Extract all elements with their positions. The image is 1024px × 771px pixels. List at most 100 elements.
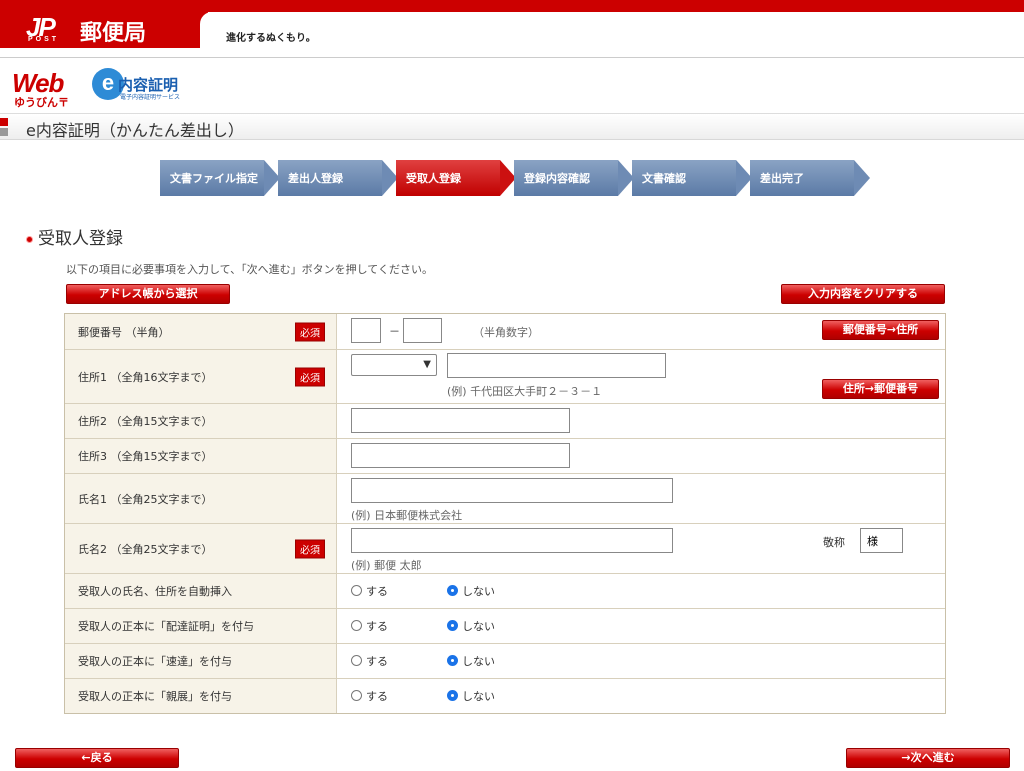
address2-label: 住所2 （全角15文字まで） <box>78 415 213 428</box>
step-confirm-input: 登録内容確認 <box>514 160 640 196</box>
honorific-label: 敬称 <box>823 536 845 549</box>
web-yubin-logo-sub: ゆうびん〒 <box>14 96 69 109</box>
step-document-file: 文書ファイル指定 <box>160 160 286 196</box>
step-label: 登録内容確認 <box>514 160 618 196</box>
address-to-zip-button[interactable]: 住所→郵便番号 <box>822 379 939 399</box>
delivery-cert-no-radio[interactable]: しない <box>447 618 495 634</box>
radio-yes-label: する <box>366 655 388 668</box>
honorific-input[interactable] <box>860 528 903 553</box>
radio-yes-label: する <box>366 690 388 703</box>
back-button[interactable]: ←戻る <box>15 748 179 768</box>
radio-off-icon <box>351 655 362 666</box>
radio-on-icon <box>447 585 458 596</box>
express-yes-radio[interactable]: する <box>351 653 388 669</box>
postal-code-first-input[interactable] <box>351 318 381 343</box>
name2-label-cell: 氏名2 （全角25文字まで） 必須 <box>65 524 337 573</box>
zip-to-address-button[interactable]: 郵便番号→住所 <box>822 320 939 340</box>
name1-label: 氏名1 （全角25文字まで） <box>78 492 213 506</box>
chevron-down-icon: ▼ <box>423 359 431 370</box>
radio-off-icon <box>351 690 362 701</box>
e-naiyo-shomei-logo-icon: e 内容証明 電子内容証明サービス <box>92 68 192 104</box>
step-complete: 差出完了 <box>750 160 876 196</box>
step-label: 受取人登録 <box>396 160 500 196</box>
post-office-name[interactable]: 郵便局 <box>80 15 146 47</box>
auto-insert-yes-radio[interactable]: する <box>351 583 388 599</box>
address3-label-cell: 住所3 （全角15文字まで） <box>65 439 337 473</box>
page-title: e内容証明（かんたん差出し） <box>26 121 244 140</box>
confidential-label: 受取人の正本に「親展」を付与 <box>78 690 232 703</box>
radio-no-label: しない <box>462 585 495 598</box>
title-marker-gray-icon <box>0 128 8 136</box>
address-book-button[interactable]: アドレス帳から選択 <box>66 284 230 304</box>
address1-input[interactable] <box>447 353 666 378</box>
clear-input-button[interactable]: 入力内容をクリアする <box>781 284 945 304</box>
name2-input[interactable] <box>351 528 673 553</box>
delivery-cert-label-cell: 受取人の正本に「配達証明」を付与 <box>65 609 337 643</box>
step-arrow-icon <box>854 160 870 196</box>
address1-hint: (例) 千代田区大手町２－３－１ <box>447 385 603 398</box>
delivery-cert-row: 受取人の正本に「配達証明」を付与 する しない <box>65 608 945 643</box>
brand-row: Web ゆうびん〒 e 内容証明 電子内容証明サービス <box>0 58 1024 114</box>
step-recipient: 受取人登録 <box>396 160 522 196</box>
e-logo-subtext: 電子内容証明サービス <box>120 94 181 101</box>
step-confirm-document: 文書確認 <box>632 160 758 196</box>
radio-no-label: しない <box>462 690 495 703</box>
postal-code-second-input[interactable] <box>403 318 442 343</box>
header-notch <box>200 12 224 48</box>
radio-off-icon <box>351 620 362 631</box>
name1-input[interactable] <box>351 478 673 503</box>
name1-label-cell: 氏名1 （全角25文字まで） <box>65 474 337 523</box>
step-label: 差出完了 <box>750 160 854 196</box>
name2-row: 氏名2 （全角25文字まで） 必須 (例) 郵便 太郎 敬称 <box>65 523 945 573</box>
postal-row: 郵便番号 （半角） 必須 － （半角数字） 郵便番号→住所 <box>65 314 945 349</box>
address1-label-cell: 住所1 （全角16文字まで） 必須 <box>65 350 337 403</box>
express-row: 受取人の正本に「速達」を付与 する しない <box>65 643 945 678</box>
header-tagline: 進化するぬくもり。 <box>226 33 316 44</box>
address3-row: 住所3 （全角15文字まで） <box>65 438 945 473</box>
delivery-cert-yes-radio[interactable]: する <box>351 618 388 634</box>
radio-no-label: しない <box>462 655 495 668</box>
express-label: 受取人の正本に「速達」を付与 <box>78 655 232 668</box>
postal-label: 郵便番号 （半角） <box>78 325 170 339</box>
required-badge: 必須 <box>295 367 325 386</box>
prefecture-select[interactable]: ▼ <box>351 354 437 376</box>
radio-off-icon <box>351 585 362 596</box>
step-label: 文書ファイル指定 <box>160 160 264 196</box>
address2-input[interactable] <box>351 408 570 433</box>
confidential-label-cell: 受取人の正本に「親展」を付与 <box>65 679 337 713</box>
auto-insert-label-cell: 受取人の氏名、住所を自動挿入 <box>65 574 337 608</box>
step-sender: 差出人登録 <box>278 160 404 196</box>
radio-on-icon <box>447 690 458 701</box>
radio-no-label: しない <box>462 620 495 633</box>
step-label: 差出人登録 <box>278 160 382 196</box>
instructions: 以下の項目に必要事項を入力して、「次へ進む」ボタンを押してください。 <box>66 263 433 276</box>
radio-on-icon <box>447 655 458 666</box>
next-button[interactable]: →次へ進む <box>846 748 1010 768</box>
postal-hint: （半角数字） <box>473 326 539 339</box>
section-title-text: 受取人登録 <box>38 229 123 249</box>
postal-dash: － <box>389 325 400 338</box>
address3-input[interactable] <box>351 443 570 468</box>
auto-insert-row: 受取人の氏名、住所を自動挿入 する しない <box>65 573 945 608</box>
site-header: JP POST 郵便局 進化するぬくもり。 <box>0 0 1024 58</box>
address1-row: 住所1 （全角16文字まで） 必須 ▼ (例) 千代田区大手町２－３－１ 住所→… <box>65 349 945 403</box>
confidential-no-radio[interactable]: しない <box>447 688 495 704</box>
recipient-form: 郵便番号 （半角） 必須 － （半角数字） 郵便番号→住所 住所1 （全角16文… <box>64 313 946 714</box>
confidential-yes-radio[interactable]: する <box>351 688 388 704</box>
address2-label-cell: 住所2 （全角15文字まで） <box>65 404 337 438</box>
name1-hint: (例) 日本郵便株式会社 <box>351 509 463 522</box>
auto-insert-label: 受取人の氏名、住所を自動挿入 <box>78 585 232 598</box>
address3-label: 住所3 （全角15文字まで） <box>78 450 213 463</box>
section-bullet-icon <box>26 235 33 243</box>
jp-post-logo-text: POST <box>28 36 60 43</box>
confidential-row: 受取人の正本に「親展」を付与 する しない <box>65 678 945 713</box>
delivery-cert-label: 受取人の正本に「配達証明」を付与 <box>78 620 254 633</box>
radio-on-icon <box>447 620 458 631</box>
required-badge: 必須 <box>295 539 325 558</box>
required-badge: 必須 <box>295 322 325 341</box>
express-no-radio[interactable]: しない <box>447 653 495 669</box>
auto-insert-no-radio[interactable]: しない <box>447 583 495 599</box>
name2-label: 氏名2 （全角25文字まで） <box>78 542 213 556</box>
radio-yes-label: する <box>366 620 388 633</box>
page-title-bar: e内容証明（かんたん差出し） <box>0 114 1024 140</box>
